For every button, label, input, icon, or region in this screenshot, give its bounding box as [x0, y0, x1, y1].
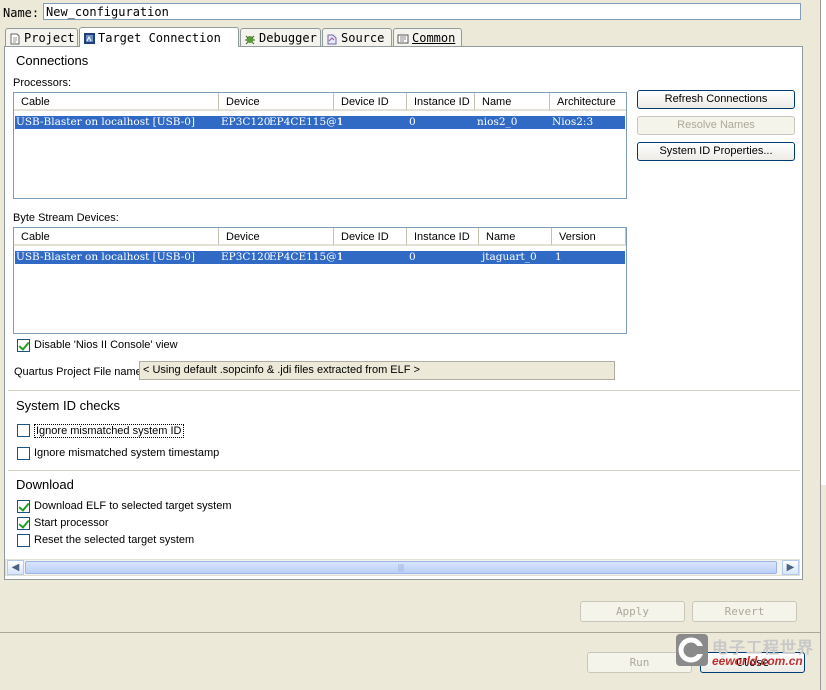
bug-icon — [244, 32, 256, 44]
disable-console-label: Disable 'Nios II Console' view — [34, 339, 178, 351]
scroll-right-button[interactable]: ▶ — [782, 560, 799, 575]
tab-source[interactable]: Source — [322, 28, 392, 46]
reset-target-checkbox[interactable] — [17, 534, 30, 547]
connections-title: Connections — [16, 53, 89, 68]
system-id-checks-title: System ID checks — [16, 398, 121, 413]
cell-device-id: 1 — [337, 116, 344, 128]
column-header-name[interactable]: Name — [475, 93, 550, 111]
system-id-properties-button[interactable]: System ID Properties... — [637, 142, 795, 161]
download-title: Download — [16, 477, 74, 492]
common-icon — [397, 32, 409, 44]
quartus-project-field[interactable]: < Using default .sopcinfo & .jdi files e… — [139, 361, 615, 380]
cell-device-part: EP4CE115@1 — [269, 251, 344, 263]
cell-instance-id: 0 — [409, 251, 416, 263]
cell-cable: USB-Blaster on localhost [USB-0] — [16, 251, 196, 263]
byte-stream-header-row: Cable Device Device ID Instance ID Name … — [14, 228, 626, 246]
cell-device-part: EP4CE115@1 — [269, 116, 344, 128]
tab-common[interactable]: Common — [393, 28, 462, 46]
column-header-architecture[interactable]: Architecture — [550, 93, 626, 111]
watermark-logo-icon — [676, 634, 708, 666]
refresh-connections-button[interactable]: Refresh Connections — [637, 90, 795, 109]
column-header-instance-id[interactable]: Instance ID — [407, 228, 479, 246]
horizontal-scrollbar[interactable]: ◀ ||| ▶ — [5, 559, 800, 576]
download-elf-checkbox[interactable] — [17, 500, 30, 513]
divider — [8, 470, 800, 471]
watermark-url-text: eeworld.com.cn — [712, 654, 803, 668]
cell-version: 1 — [555, 251, 562, 263]
cell-device: EP3C120 — [221, 116, 271, 128]
tab-label: Common — [412, 30, 456, 45]
apply-button[interactable]: Apply — [580, 601, 685, 622]
cell-architecture: Nios2:3 — [552, 116, 594, 128]
tab-label: Source — [341, 30, 385, 45]
reset-target-label: Reset the selected target system — [34, 534, 195, 546]
ignore-system-timestamp-checkbox[interactable] — [17, 447, 30, 460]
column-header-name[interactable]: Name — [479, 228, 552, 246]
table-row[interactable]: USB-Blaster on localhost [USB-0] EP3C120… — [15, 251, 625, 264]
ignore-system-id-label: Ignore mismatched system ID — [34, 424, 184, 438]
byte-stream-table[interactable]: Cable Device Device ID Instance ID Name … — [13, 227, 627, 334]
cell-instance-id: 0 — [409, 116, 416, 128]
column-header-device-id[interactable]: Device ID — [334, 228, 407, 246]
ignore-system-timestamp-label: Ignore mismatched system timestamp — [34, 447, 220, 459]
tab-target-connection[interactable]: Target Connection — [79, 27, 239, 47]
start-processor-checkbox[interactable] — [17, 517, 30, 530]
document-icon — [9, 32, 21, 44]
name-input[interactable]: New_configuration — [43, 3, 801, 20]
scroll-thumb[interactable]: ||| — [25, 561, 777, 574]
cell-device: EP3C120 — [221, 251, 271, 263]
processors-label: Processors: — [13, 77, 72, 89]
column-header-device-id[interactable]: Device ID — [334, 93, 407, 111]
cell-name: nios2_0 — [477, 116, 518, 128]
column-header-cable[interactable]: Cable — [14, 228, 219, 246]
tab-debugger[interactable]: Debugger — [240, 28, 321, 46]
column-header-instance-id[interactable]: Instance ID — [407, 93, 475, 111]
column-header-device[interactable]: Device — [219, 228, 334, 246]
tab-project[interactable]: Project — [5, 28, 78, 46]
tab-label: Project — [24, 30, 75, 45]
column-header-version[interactable]: Version — [552, 228, 626, 246]
target-icon — [83, 32, 95, 44]
processors-header-row: Cable Device Device ID Instance ID Name … — [14, 93, 626, 111]
start-processor-label: Start processor — [34, 517, 109, 529]
column-header-device[interactable]: Device — [219, 93, 334, 111]
disable-console-checkbox[interactable] — [17, 339, 30, 352]
tab-label: Debugger — [259, 30, 317, 45]
source-icon — [326, 32, 338, 44]
column-header-cable[interactable]: Cable — [14, 93, 219, 111]
ignore-system-id-checkbox[interactable] — [17, 424, 30, 437]
background-window-edge-lower — [820, 485, 826, 690]
quartus-project-label: Quartus Project File name: — [14, 366, 145, 378]
name-label: Name: — [3, 6, 40, 20]
download-elf-label: Download ELF to selected target system — [34, 500, 232, 512]
byte-stream-label: Byte Stream Devices: — [13, 212, 119, 224]
cell-cable: USB-Blaster on localhost [USB-0] — [16, 116, 196, 128]
tab-label: Target Connection — [98, 30, 221, 45]
cell-device-id: 1 — [337, 251, 344, 263]
cell-name: jtaguart_0 — [482, 251, 537, 263]
resolve-names-button[interactable]: Resolve Names — [637, 116, 795, 135]
divider — [8, 390, 800, 391]
processors-table[interactable]: Cable Device Device ID Instance ID Name … — [13, 92, 627, 199]
table-row[interactable]: USB-Blaster on localhost [USB-0] EP3C120… — [15, 116, 625, 129]
watermark: 电子工程世界 eeworld.com.cn — [676, 632, 816, 678]
revert-button[interactable]: Revert — [692, 601, 797, 622]
scroll-left-button[interactable]: ◀ — [7, 560, 24, 575]
